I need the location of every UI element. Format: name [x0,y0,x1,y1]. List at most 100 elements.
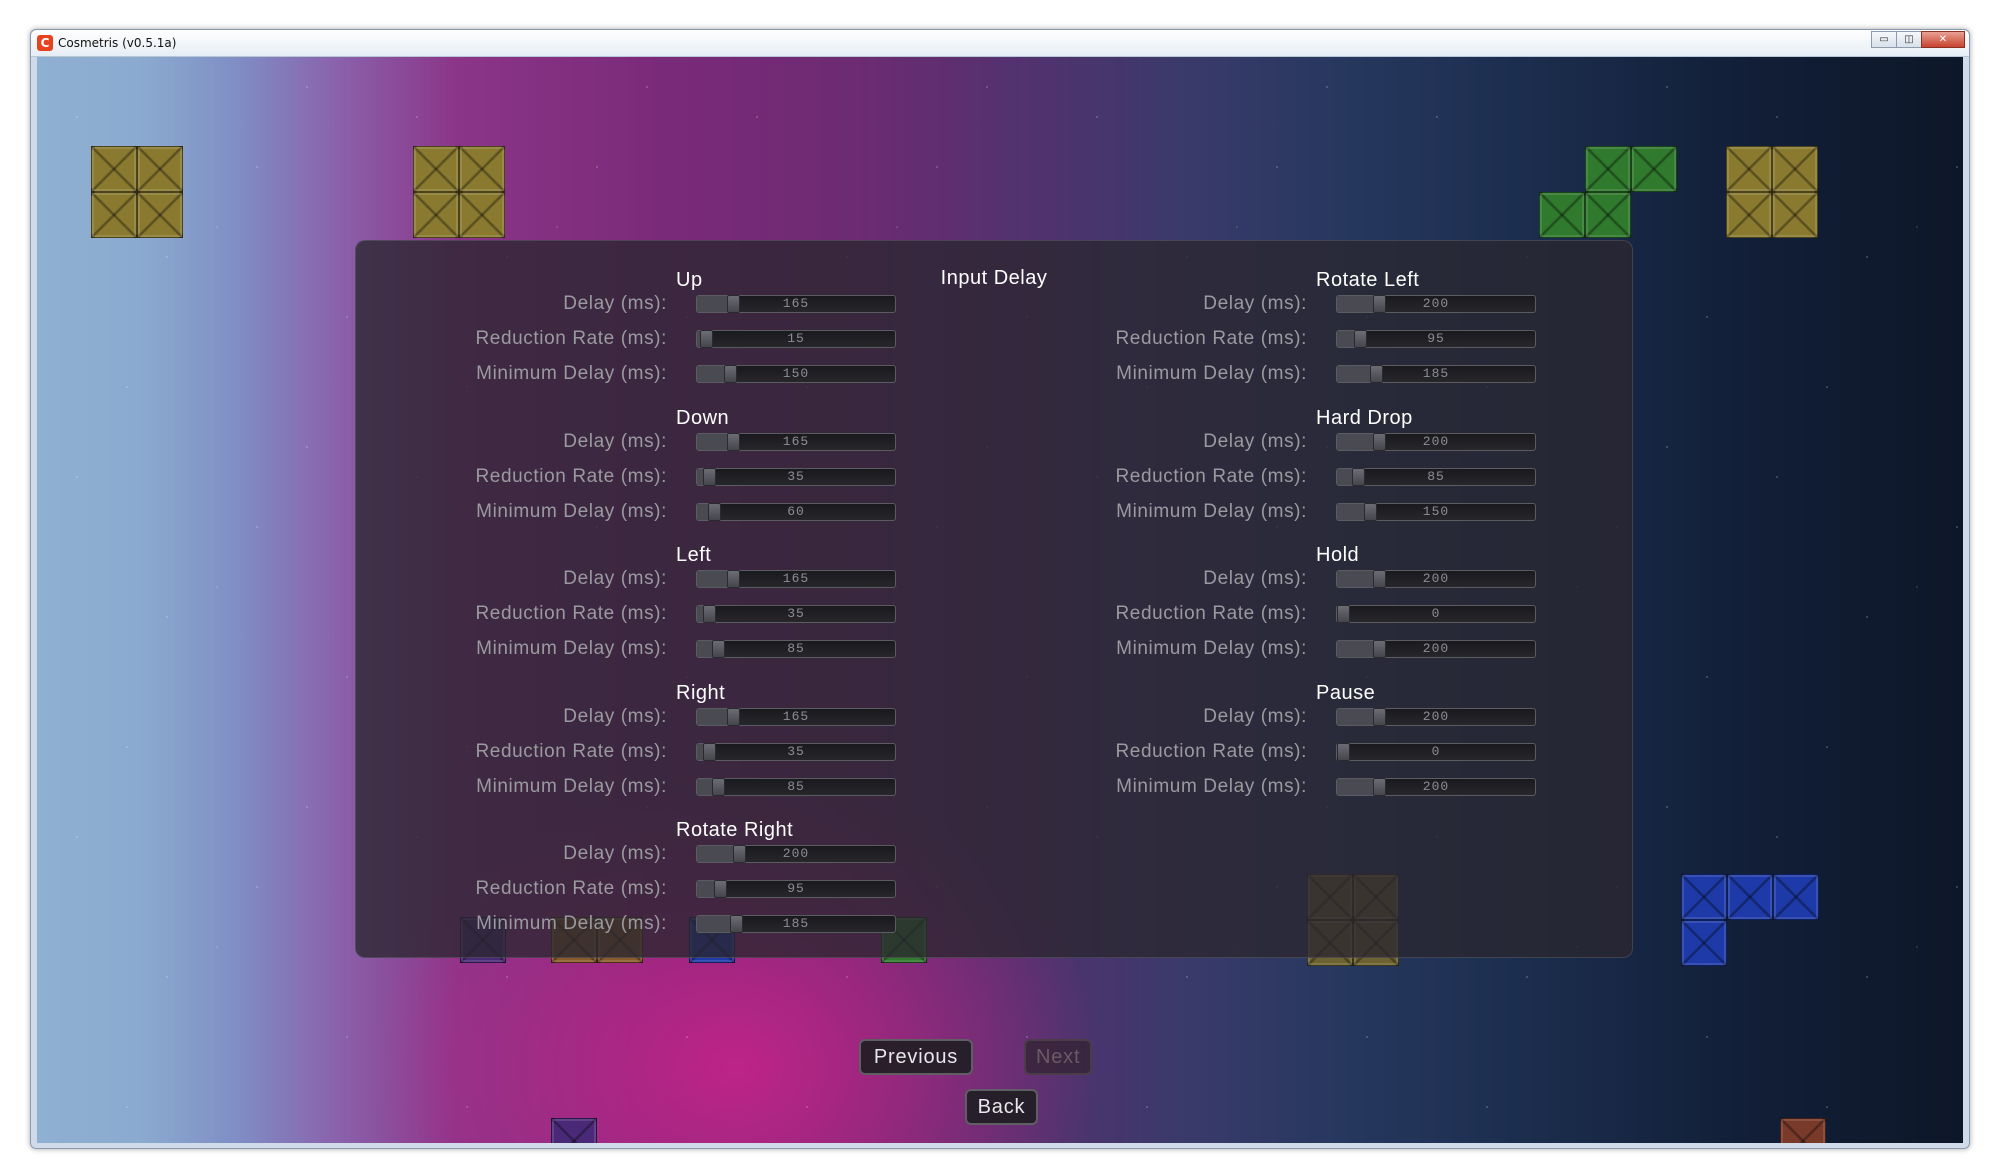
slider-value: 200 [1422,708,1450,724]
tetromino-block [1539,192,1585,238]
delay-slider-right[interactable]: 165 [696,707,896,726]
group-title-hard-drop: Hard Drop [1316,406,1413,429]
tetromino-block [459,146,505,192]
minimum-slider-right[interactable]: 85 [696,777,896,796]
reduction-slider-pause[interactable]: 0 [1336,742,1536,761]
slider-value: 150 [782,366,810,381]
minimum-slider-up[interactable]: 150 [696,365,896,383]
slider-value: 15 [787,331,805,346]
reduction-label-left: Reduction Rate (ms): [475,603,667,624]
delay-slider-left[interactable]: 165 [696,570,896,588]
slider-value: 200 [1422,433,1450,449]
reduction-slider-down[interactable]: 35 [696,467,896,486]
minimum-slider-rotate-right[interactable]: 185 [696,915,896,933]
minimum-label-right: Minimum Delay (ms): [476,775,667,797]
delay-slider-rotate-left[interactable]: 200 [1336,295,1536,313]
delay-slider-hold[interactable]: 200 [1336,570,1536,588]
delay-slider-up[interactable]: 165 [696,295,896,313]
title-bar[interactable]: C Cosmetris (v0.5.1a) ▭ ◫ ✕ [31,30,1969,57]
group-title-rotate-right: Rotate Right [676,819,794,841]
reduction-label-rotate-right: Reduction Rate (ms): [475,878,667,899]
reduction-slider-up[interactable]: 15 [696,330,896,348]
tetromino-block [413,146,459,192]
minimum-label-up: Minimum Delay (ms): [476,363,667,384]
minimize-icon[interactable]: ▭ [1871,31,1897,48]
delay-label-up: Delay (ms): [563,293,667,314]
reduction-slider-hard-drop[interactable]: 85 [1336,467,1536,486]
next-button[interactable]: Next [1024,1039,1092,1075]
slider-value: 185 [782,916,810,931]
tetromino-block [1681,874,1727,920]
panel-title: Input Delay [940,267,1048,289]
minimum-label-hold: Minimum Delay (ms): [1116,638,1307,659]
group-title-left: Left [676,544,712,566]
game-viewport: Input Delay Up Delay (ms): 165 Reduction Ra… [37,57,1963,1143]
minimum-slider-down[interactable]: 60 [696,502,896,521]
tetromino-block [1772,192,1818,238]
tetromino-block [1772,146,1818,192]
reduction-slider-hold[interactable]: 0 [1336,605,1536,623]
tetromino-block [1780,1118,1826,1143]
close-icon[interactable]: ✕ [1921,31,1965,48]
delay-slider-pause[interactable]: 200 [1336,707,1536,726]
slider-value: 60 [787,503,805,519]
slider-value: 165 [782,433,810,449]
delay-label-rotate-left: Delay (ms): [1203,293,1307,314]
delay-label-left: Delay (ms): [563,568,667,589]
minimum-slider-pause[interactable]: 200 [1336,777,1536,796]
group-title-rotate-left: Rotate Left [1316,269,1420,291]
minimum-slider-hard-drop[interactable]: 150 [1336,502,1536,521]
minimum-label-pause: Minimum Delay (ms): [1116,775,1307,797]
previous-button[interactable]: Previous [859,1039,973,1075]
minimum-slider-hold[interactable]: 200 [1336,640,1536,658]
app-logo-icon: C [37,35,53,51]
minimum-slider-left[interactable]: 85 [696,640,896,658]
slider-value: 85 [787,641,805,656]
tetromino-block [459,192,505,238]
slider-value: 95 [787,881,805,896]
window-controls: ▭ ◫ ✕ [1871,31,1965,48]
minimum-label-left: Minimum Delay (ms): [476,638,667,659]
reduction-slider-left[interactable]: 35 [696,605,896,623]
group-title-down: Down [676,406,730,429]
slider-value: 85 [787,778,805,794]
slider-value: 0 [1431,606,1441,621]
tetromino-block [1585,146,1631,192]
tetromino-block [551,1118,597,1143]
delay-slider-rotate-right[interactable]: 200 [696,845,896,863]
reduction-slider-rotate-left[interactable]: 95 [1336,330,1536,348]
delay-label-pause: Delay (ms): [1203,705,1307,727]
window-title: Cosmetris (v0.5.1a) [58,36,177,50]
maximize-icon[interactable]: ◫ [1896,31,1922,48]
delay-slider-down[interactable]: 165 [696,432,896,451]
slider-value: 200 [782,846,810,861]
delay-label-right: Delay (ms): [563,705,667,727]
minimum-label-down: Minimum Delay (ms): [476,500,667,522]
input-delay-panel: Input Delay Up Delay (ms): 165 Reduction Ra… [355,240,1633,958]
app-window: C Cosmetris (v0.5.1a) ▭ ◫ ✕ Input Delay … [30,29,1970,1149]
reduction-label-rotate-left: Reduction Rate (ms): [1115,328,1307,349]
reduction-slider-rotate-right[interactable]: 95 [696,880,896,898]
back-button[interactable]: Back [965,1089,1038,1125]
tetromino-block [137,192,183,238]
tetromino-block [137,146,183,192]
reduction-label-up: Reduction Rate (ms): [475,328,667,349]
tetromino-block [1585,192,1631,238]
slider-value: 35 [787,606,805,621]
delay-slider-hard-drop[interactable]: 200 [1336,432,1536,451]
group-title-hold: Hold [1316,544,1360,566]
slider-value: 165 [782,296,810,311]
slider-value: 95 [1427,331,1445,346]
reduction-slider-right[interactable]: 35 [696,742,896,761]
minimum-label-rotate-left: Minimum Delay (ms): [1116,363,1307,384]
reduction-label-hard-drop: Reduction Rate (ms): [1115,465,1307,487]
delay-label-hold: Delay (ms): [1203,568,1307,589]
tetromino-block [91,146,137,192]
tetromino-block [91,192,137,238]
tetromino-block [413,192,459,238]
reduction-label-right: Reduction Rate (ms): [475,740,667,762]
minimum-slider-rotate-left[interactable]: 185 [1336,365,1536,383]
tetromino-block [1727,874,1773,920]
tetromino-block [1726,146,1772,192]
slider-value: 165 [782,571,810,586]
